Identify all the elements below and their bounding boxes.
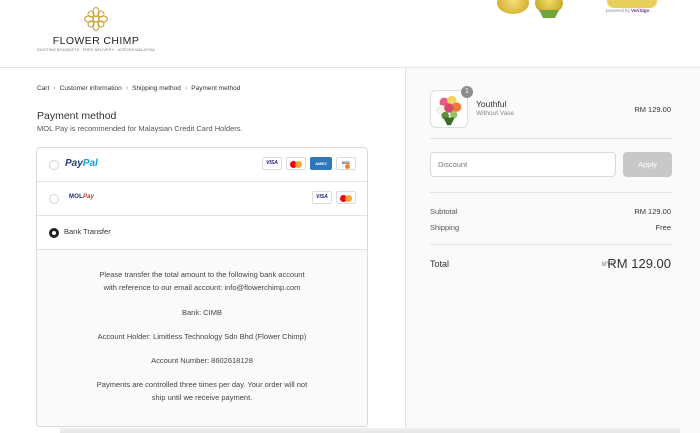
bank-transfer-label: Bank Transfer (64, 227, 111, 236)
brand-tagline: EXCITING BOUQUETS · FREE DELIVERY · ACRO… (37, 48, 155, 52)
product-variant: Without Vase (476, 110, 515, 117)
instructions-line: Please transfer the total amount to the … (99, 270, 305, 279)
breadcrumb-cart[interactable]: Cart (37, 85, 49, 92)
flower-icon (83, 6, 109, 32)
bank-transfer-radio[interactable] (49, 228, 59, 238)
divider (430, 192, 672, 193)
mastercard-icon (336, 191, 356, 204)
breadcrumb-shipping-method[interactable]: Shipping method (132, 85, 181, 92)
trust-badges: powered by VeriSign (495, 0, 675, 16)
bouquet-image (436, 95, 462, 126)
bank-name: Bank: CIMB (181, 308, 222, 317)
account-holder: Account Holder: Limitless Technology Sdn… (97, 332, 307, 341)
total-value: RM 129.00 (607, 256, 671, 271)
molpay-radio[interactable] (49, 194, 59, 204)
verisign-label: powered by VeriSign (606, 8, 650, 13)
brand-name: FLOWER CHIMP (52, 35, 140, 47)
payment-option-paypal[interactable]: PayPal VISA AMEX DISC (37, 148, 367, 182)
account-number: Account Number: 8602618128 (151, 356, 253, 365)
product-price: RM 129.00 (634, 105, 671, 114)
verisign-badge (607, 0, 657, 8)
divider (430, 244, 672, 245)
breadcrumb-customer-information[interactable]: Customer information (60, 85, 122, 92)
breadcrumb-payment-method: Payment method (191, 85, 241, 92)
payment-option-molpay[interactable]: MOLPay VISA (37, 182, 367, 216)
chevron-right-icon: › (184, 85, 188, 92)
brand-logo[interactable]: FLOWER CHIMP EXCITING BOUQUETS · FREE DE… (36, 6, 156, 52)
total-label: Total (430, 259, 450, 269)
visa-icon: VISA (312, 191, 332, 204)
product-name: Youthful (476, 99, 507, 109)
chevron-right-icon: › (125, 85, 129, 92)
chevron-right-icon: › (53, 85, 56, 92)
award-badge (535, 0, 563, 14)
payment-subtitle: MOL Pay is recommended for Malaysian Cre… (37, 124, 243, 133)
order-summary: 1 Youthful Without Vase RM 129.00 Apply … (405, 68, 700, 433)
paypal-logo: PayPal (65, 158, 98, 169)
paypal-radio[interactable] (49, 160, 59, 170)
subtotal-label: Subtotal (430, 207, 458, 216)
payment-options: PayPal VISA AMEX DISC MOLPay VISA Bank T… (36, 147, 368, 427)
breadcrumb: Cart › Customer information › Shipping metho… (37, 85, 240, 92)
seal-badge (497, 0, 529, 14)
quantity-badge: 1 (461, 86, 473, 98)
divider (430, 138, 672, 139)
discount-input[interactable] (430, 152, 616, 177)
page-title: Payment method (37, 110, 117, 122)
discover-icon: DISC (336, 157, 356, 170)
instructions-line: with reference to our email account: inf… (103, 283, 301, 292)
payment-note: Payments are controlled three times per … (96, 380, 308, 389)
shipping-value: Free (655, 223, 671, 232)
page-bottom-shadow (60, 428, 680, 433)
amex-icon: AMEX (310, 157, 332, 170)
visa-icon: VISA (262, 157, 282, 170)
bank-transfer-instructions: Please transfer the total amount to the … (37, 250, 367, 426)
payment-option-bank-transfer[interactable]: Bank Transfer (37, 216, 367, 250)
molpay-card-icons: VISA (312, 191, 356, 204)
paypal-card-icons: VISA AMEX DISC (262, 157, 356, 170)
molpay-logo: MOLPay (69, 194, 95, 200)
apply-discount-button[interactable]: Apply (623, 152, 672, 177)
mastercard-icon (286, 157, 306, 170)
shipping-label: Shipping (430, 223, 460, 232)
subtotal-value: RM 129.00 (634, 207, 671, 216)
payment-note: ship until we receive payment. (151, 393, 253, 402)
